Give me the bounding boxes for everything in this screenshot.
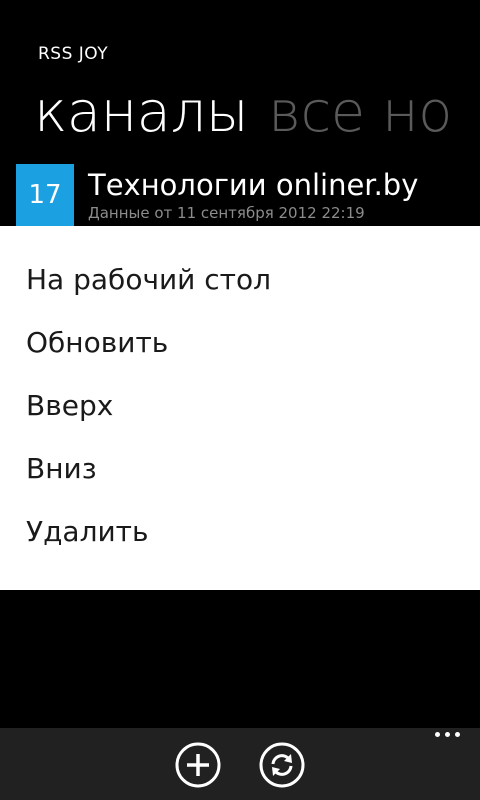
pivot-item-channels[interactable]: каналы [34,80,249,145]
menu-item-delete[interactable]: Удалить [26,515,149,548]
menu-item-pin-to-start[interactable]: На рабочий стол [26,263,271,296]
feed-title: Технологии onliner.by [88,168,419,202]
application-bar [0,728,480,800]
app-title: RSS JOY [38,44,109,64]
feed-list-item[interactable]: 17 Технологии onliner.by Данные от 11 се… [16,164,480,228]
context-menu: На рабочий стол Обновить Вверх Вниз Удал… [0,226,480,590]
add-feed-button[interactable] [175,742,221,788]
pivot-item-all-news[interactable]: все но [268,80,452,145]
menu-item-move-up[interactable]: Вверх [26,389,113,422]
feed-updated-date: Данные от 11 сентября 2012 22:19 [88,204,365,222]
pivot-header: каналы все но [34,80,472,145]
unread-count-tile: 17 [16,164,74,226]
menu-item-refresh[interactable]: Обновить [26,326,168,359]
refresh-icon [259,742,305,788]
refresh-all-button[interactable] [259,742,305,788]
menu-item-move-down[interactable]: Вниз [26,452,97,485]
add-icon [175,742,221,788]
ellipsis-icon[interactable] [435,732,460,737]
